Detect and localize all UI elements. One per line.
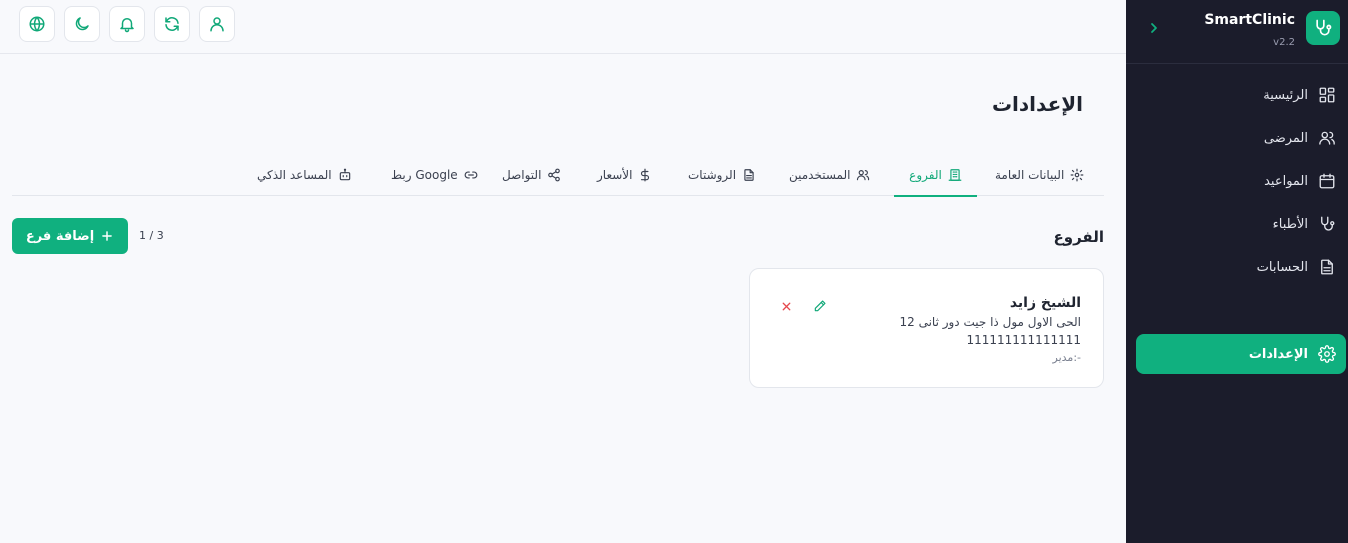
sidebar-item-patients[interactable]: المرضى (1136, 119, 1346, 157)
branch-name: الشيخ زايد (1009, 295, 1081, 311)
sidebar-item-label: الحسابات (1256, 259, 1308, 275)
moon-icon (73, 15, 91, 33)
sidebar-item-doctors[interactable]: الأطباء (1136, 205, 1346, 243)
sidebar-item-appointments[interactable]: المواعيد (1136, 162, 1346, 200)
settings-tabs: البيانات العامة الفروع المستخدمين الروشت… (12, 154, 1104, 197)
sidebar: SmartClinic v2.2 الرئيسية المرضى المواعي… (1126, 0, 1348, 543)
notifications-button[interactable] (109, 6, 145, 42)
sidebar-collapse-button[interactable] (1147, 20, 1161, 36)
refresh-button[interactable] (154, 6, 190, 42)
close-icon (780, 300, 793, 313)
document-icon (742, 168, 756, 182)
gear-icon (1070, 168, 1084, 182)
sidebar-item-label: الأطباء (1272, 216, 1308, 232)
section-title: الفروع (1053, 228, 1104, 246)
add-branch-button[interactable]: إضافة فرع (12, 218, 128, 254)
sidebar-item-label: الرئيسية (1263, 87, 1308, 103)
sidebar-item-label: المرضى (1263, 130, 1308, 146)
tab-label: المساعد الذكي (257, 168, 332, 182)
tab-ai-assistant[interactable]: المساعد الذكي (257, 154, 352, 196)
branch-manager: مدير:- (1052, 351, 1081, 364)
tab-google-link[interactable]: ربط Google (391, 154, 478, 196)
plus-icon (100, 229, 114, 243)
page-title: الإعدادات (991, 92, 1083, 116)
tab-prices[interactable]: الأسعار (597, 154, 652, 196)
tab-label: المستخدمين (789, 168, 851, 182)
tab-label: الفروع (909, 168, 942, 182)
globe-icon (28, 15, 46, 33)
edit-branch-button[interactable] (811, 297, 829, 315)
tab-label: ربط Google (391, 168, 458, 182)
gear-icon (1318, 345, 1336, 363)
bot-icon (338, 168, 352, 182)
sidebar-item-settings[interactable]: الإعدادات (1136, 334, 1346, 374)
calendar-icon (1318, 172, 1336, 190)
delete-branch-button[interactable] (777, 297, 795, 315)
users-icon (856, 168, 870, 182)
tab-branches[interactable]: الفروع (894, 154, 977, 197)
sidebar-item-label: المواعيد (1264, 173, 1308, 189)
dollar-icon (638, 168, 652, 182)
share-icon (547, 168, 561, 182)
tab-label: التواصل (502, 168, 542, 182)
tab-users[interactable]: المستخدمين (789, 154, 870, 196)
tab-contact[interactable]: التواصل (502, 154, 561, 196)
link-icon (464, 168, 478, 182)
sidebar-item-accounts[interactable]: الحسابات (1136, 248, 1346, 286)
app-title: SmartClinic (1204, 12, 1295, 28)
tab-label: الأسعار (597, 168, 633, 182)
building-icon (948, 168, 962, 182)
tab-prescriptions[interactable]: الروشتات (688, 154, 756, 196)
branch-counter: 1 / 3 (139, 229, 164, 242)
branch-card: الشيخ زايد الحى الاول مول ذا جيت دور ثان… (749, 268, 1104, 388)
top-bar (0, 0, 1126, 54)
language-button[interactable] (19, 6, 55, 42)
tab-label: البيانات العامة (995, 168, 1065, 182)
sidebar-item-home[interactable]: الرئيسية (1136, 76, 1346, 114)
pencil-icon (813, 299, 827, 313)
add-branch-label: إضافة فرع (25, 228, 95, 244)
app-logo (1306, 11, 1340, 45)
branch-address: الحى الاول مول ذا جيت دور ثانى 12 (899, 315, 1081, 329)
document-icon (1318, 258, 1336, 276)
stethoscope-icon (1313, 18, 1333, 38)
theme-toggle-button[interactable] (64, 6, 100, 42)
profile-button[interactable] (199, 6, 235, 42)
refresh-icon (163, 15, 181, 33)
dashboard-icon (1318, 86, 1336, 104)
user-icon (208, 15, 226, 33)
branch-phone: 111111111111111 (966, 333, 1081, 347)
tab-label: الروشتات (688, 168, 737, 182)
users-icon (1318, 129, 1336, 147)
sidebar-brand: SmartClinic v2.2 (1126, 0, 1348, 64)
bell-icon (118, 15, 136, 33)
tab-general-data[interactable]: البيانات العامة (995, 154, 1084, 196)
app-version: v2.2 (1273, 37, 1295, 48)
stethoscope-icon (1318, 215, 1336, 233)
sidebar-item-label: الإعدادات (1248, 346, 1308, 362)
chevron-right-icon (1149, 22, 1159, 34)
